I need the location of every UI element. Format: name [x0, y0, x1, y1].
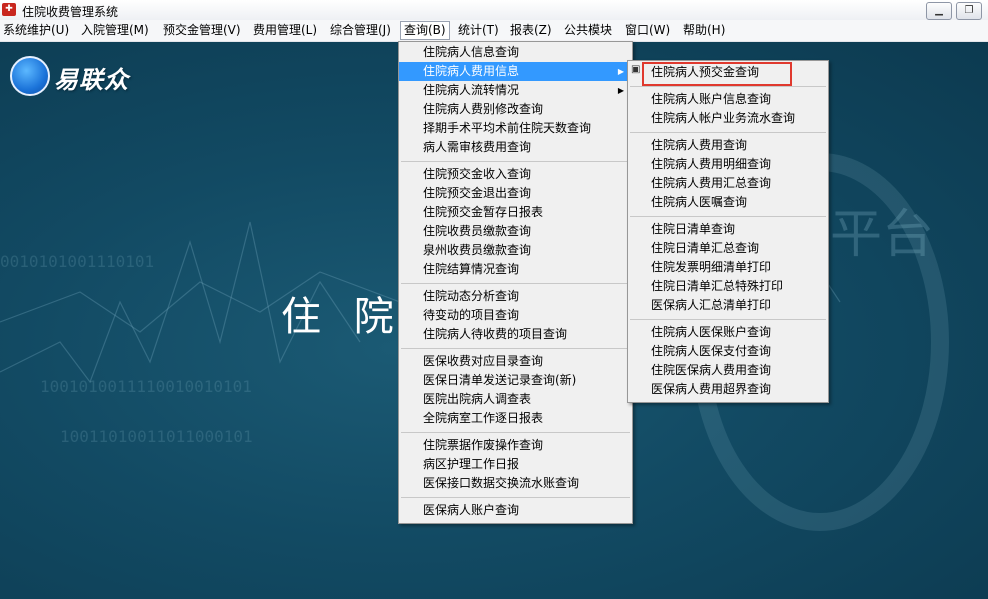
menu-item-voided-receipts-query[interactable]: 住院票据作废操作查询 [399, 436, 632, 455]
menu-admission[interactable]: 入院管理(M) [78, 22, 152, 39]
menu-item-pending-charge-items[interactable]: 住院病人待收费的项目查询 [399, 325, 632, 344]
menu-item-cashier-payment-query[interactable]: 住院收费员缴款查询 [399, 222, 632, 241]
submenu-arrow-icon: ▶ [617, 86, 624, 95]
menu-item-dynamic-analysis[interactable]: 住院动态分析查询 [399, 287, 632, 306]
svg-text:10011010011011000101: 10011010011011000101 [60, 427, 253, 446]
menu-item-deposit-daily-report[interactable]: 住院预交金暂存日报表 [399, 203, 632, 222]
menu-item-patient-fee-info[interactable]: 住院病人费用信息 ▶ [399, 62, 632, 81]
svg-text:0010101001110101: 0010101001110101 [0, 252, 154, 271]
menu-item-patient-transfer[interactable]: 住院病人流转情况 ▶ [399, 81, 632, 100]
submenu-item-insurance-summary-print[interactable]: 医保病人汇总清单打印 [628, 296, 828, 315]
menu-item-interface-data-log[interactable]: 医保接口数据交换流水账查询 [399, 474, 632, 493]
selection-highlight-box [642, 62, 792, 86]
menu-separator [401, 161, 630, 162]
menu-separator [630, 86, 826, 87]
menu-statistics[interactable]: 统计(T) [455, 22, 502, 39]
menu-item-insurance-daily-list-log[interactable]: 医保日清单发送记录查询(新) [399, 371, 632, 390]
submenu-item-daily-summary-query[interactable]: 住院日清单汇总查询 [628, 239, 828, 258]
menu-item-pending-change-items[interactable]: 待变动的项目查询 [399, 306, 632, 325]
menu-public-modules[interactable]: 公共模块 [561, 22, 615, 39]
menu-system[interactable]: 系统维护(U) [0, 22, 72, 39]
menu-item-insurance-catalog-query[interactable]: 医保收费对应目录查询 [399, 352, 632, 371]
menu-help[interactable]: 帮助(H) [680, 22, 728, 39]
hero-text: 住 院 [281, 294, 404, 340]
logo-mark-icon [10, 56, 50, 96]
submenu-item-fee-query[interactable]: 住院病人费用查询 [628, 136, 828, 155]
menu-separator [630, 132, 826, 133]
submenu-arrow-icon: ▶ [617, 67, 624, 76]
query-dropdown-menu: 住院病人信息查询 住院病人费用信息 ▶ 住院病人流转情况 ▶ 住院病人费别修改查询 … [398, 41, 633, 524]
submenu-item-invoice-detail-print[interactable]: 住院发票明细清单打印 [628, 258, 828, 277]
logo-text: 易联众 [54, 66, 129, 94]
fee-info-submenu: ▣ 住院病人预交金查询 住院病人账户信息查询 住院病人帐户业务流水查询 住院病人… [627, 60, 829, 403]
menu-item-discharge-survey[interactable]: 医院出院病人调查表 [399, 390, 632, 409]
title-bar: ✚ 住院收费管理系统 ▁ ❐ [0, 0, 988, 21]
menu-separator [630, 319, 826, 320]
menu-item-deposit-income-query[interactable]: 住院预交金收入查询 [399, 165, 632, 184]
app-icon[interactable]: ✚ [2, 3, 16, 16]
menu-fees[interactable]: 费用管理(L) [250, 22, 320, 39]
submenu-item-fee-detail-query[interactable]: 住院病人费用明细查询 [628, 155, 828, 174]
menu-item-label: 住院病人费用信息 [423, 64, 520, 78]
submenu-item-daily-summary-special-print[interactable]: 住院日清单汇总特殊打印 [628, 277, 828, 296]
menu-item-deposit-refund-query[interactable]: 住院预交金退出查询 [399, 184, 632, 203]
window-title: 住院收费管理系统 [22, 5, 119, 19]
menu-separator [401, 497, 630, 498]
menu-separator [401, 432, 630, 433]
menu-item-insurance-account-query[interactable]: 医保病人账户查询 [399, 501, 632, 520]
menu-item-ward-daily-report[interactable]: 全院病室工作逐日报表 [399, 409, 632, 428]
menu-item-patient-info-query[interactable]: 住院病人信息查询 [399, 43, 632, 62]
submenu-item-account-transactions[interactable]: 住院病人帐户业务流水查询 [628, 109, 828, 128]
menu-reports[interactable]: 报表(Z) [507, 22, 555, 39]
menu-item-quanzhou-cashier-query[interactable]: 泉州收费员缴款查询 [399, 241, 632, 260]
menu-integrated[interactable]: 综合管理(J) [327, 22, 394, 39]
submenu-item-account-info-query[interactable]: 住院病人账户信息查询 [628, 90, 828, 109]
minimize-button[interactable]: ▁ [926, 2, 952, 20]
submenu-item-insurance-payment-query[interactable]: 住院病人医保支付查询 [628, 342, 828, 361]
submenu-item-insurance-overlimit-query[interactable]: 医保病人费用超界查询 [628, 380, 828, 399]
restore-button[interactable]: ❐ [956, 2, 982, 20]
menu-deposit[interactable]: 预交金管理(V) [160, 22, 244, 39]
submenu-item-orders-query[interactable]: 住院病人医嘱查询 [628, 193, 828, 212]
menu-item-fee-type-change-query[interactable]: 住院病人费别修改查询 [399, 100, 632, 119]
menu-item-audit-fee-query[interactable]: 病人需审核费用查询 [399, 138, 632, 157]
svg-text:1001010011110010010101: 1001010011110010010101 [40, 377, 252, 396]
submenu-item-daily-list-query[interactable]: 住院日清单查询 [628, 220, 828, 239]
menu-item-settlement-query[interactable]: 住院结算情况查询 [399, 260, 632, 279]
menu-separator [401, 283, 630, 284]
menu-separator [630, 216, 826, 217]
menu-bar: 系统维护(U) 入院管理(M) 预交金管理(V) 费用管理(L) 综合管理(J)… [0, 20, 988, 42]
submenu-item-fee-summary-query[interactable]: 住院病人费用汇总查询 [628, 174, 828, 193]
menu-query[interactable]: 查询(B) [400, 21, 450, 40]
submenu-item-insurance-account-query[interactable]: 住院病人医保账户查询 [628, 323, 828, 342]
menu-window[interactable]: 窗口(W) [622, 22, 673, 39]
submenu-item-insurance-fee-query[interactable]: 住院医保病人费用查询 [628, 361, 828, 380]
menu-separator [401, 348, 630, 349]
menu-item-label: 住院病人流转情况 [423, 83, 520, 97]
menu-item-nursing-daily-report[interactable]: 病区护理工作日报 [399, 455, 632, 474]
menu-item-preop-days-query[interactable]: 择期手术平均术前住院天数查询 [399, 119, 632, 138]
